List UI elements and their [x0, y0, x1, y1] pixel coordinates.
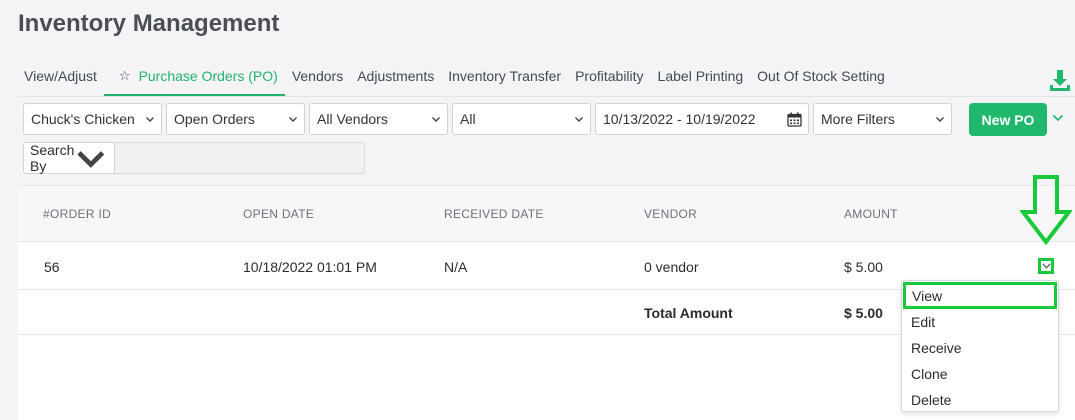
tab-profitability[interactable]: Profitability [568, 68, 650, 96]
menu-item-clone[interactable]: Clone [902, 361, 1058, 387]
chevron-down-icon [146, 117, 154, 122]
cell-received-date: N/A [444, 259, 468, 275]
vendor-select[interactable]: All Vendors [309, 103, 448, 135]
column-header-vendor: VENDOR [644, 207, 698, 221]
menu-item-receive[interactable]: Receive [902, 335, 1058, 361]
chevron-down-icon [432, 117, 440, 122]
more-filters-select[interactable]: More Filters [813, 103, 952, 135]
cell-vendor: 0 vendor [644, 259, 699, 275]
tabs-divider [18, 96, 1075, 97]
table-header: #ORDER ID OPEN DATE RECEIVED DATE VENDOR… [18, 186, 1075, 242]
tab-view-adjust[interactable]: View/Adjust [24, 68, 104, 96]
order-status-select-value: Open Orders [174, 111, 255, 127]
total-amount-label: Total Amount [644, 305, 733, 321]
store-select-value: Chuck's Chicken [31, 111, 135, 127]
column-header-order-id: #ORDER ID [43, 207, 112, 221]
chevron-down-icon [289, 117, 297, 122]
search-row: Search By [23, 142, 365, 174]
type-select-value: All [460, 111, 476, 127]
chevron-down-icon[interactable] [1052, 113, 1064, 123]
star-icon[interactable]: ☆ [119, 68, 131, 84]
calendar-icon [787, 112, 802, 127]
filter-row: Chuck's Chicken Open Orders All Vendors … [23, 103, 1047, 136]
row-actions-toggle[interactable] [1038, 258, 1054, 274]
tab-inventory-transfer[interactable]: Inventory Transfer [441, 68, 568, 96]
date-range-value: 10/13/2022 - 10/19/2022 [603, 111, 756, 127]
order-status-select[interactable]: Open Orders [166, 103, 305, 135]
page-title: Inventory Management [18, 10, 280, 37]
cell-amount: $ 5.00 [844, 259, 883, 275]
menu-item-delete[interactable]: Delete [902, 387, 1058, 413]
tab-out-of-stock-setting[interactable]: Out Of Stock Setting [750, 68, 892, 96]
column-header-open-date: OPEN DATE [243, 207, 315, 221]
chevron-down-icon [77, 151, 105, 169]
column-header-amount: AMOUNT [844, 207, 898, 221]
chevron-down-icon [575, 117, 583, 122]
chevron-down-icon [936, 117, 944, 122]
tab-bar: View/Adjust ☆ Purchase Orders (PO) Vendo… [24, 58, 892, 96]
search-by-select[interactable]: Search By [23, 142, 115, 174]
tab-purchase-orders-label: Purchase Orders (PO) [138, 68, 278, 84]
tab-vendors[interactable]: Vendors [285, 68, 350, 96]
download-icon[interactable] [1048, 68, 1072, 94]
store-select[interactable]: Chuck's Chicken [23, 103, 162, 135]
chevron-down-icon [1041, 263, 1051, 269]
column-header-received-date: RECEIVED DATE [444, 207, 544, 221]
tab-adjustments[interactable]: Adjustments [350, 68, 441, 96]
new-po-button[interactable]: New PO [969, 103, 1047, 136]
search-input[interactable] [115, 142, 365, 174]
total-amount-value: $ 5.00 [844, 305, 883, 321]
type-select[interactable]: All [452, 103, 591, 135]
tab-purchase-orders[interactable]: ☆ Purchase Orders (PO) [103, 68, 285, 96]
menu-item-edit[interactable]: Edit [902, 309, 1058, 335]
vendor-select-value: All Vendors [317, 111, 388, 127]
cell-open-date: 10/18/2022 01:01 PM [243, 259, 377, 275]
search-by-label: Search By [30, 142, 75, 174]
tab-label-printing[interactable]: Label Printing [651, 68, 751, 96]
more-filters-value: More Filters [821, 111, 895, 127]
date-range-picker[interactable]: 10/13/2022 - 10/19/2022 [595, 103, 809, 135]
menu-item-view[interactable]: View [903, 282, 1057, 309]
cell-order-id: 56 [44, 259, 60, 275]
row-actions-menu: View Edit Receive Clone Delete [901, 280, 1059, 412]
arrow-down-icon [1020, 175, 1072, 246]
